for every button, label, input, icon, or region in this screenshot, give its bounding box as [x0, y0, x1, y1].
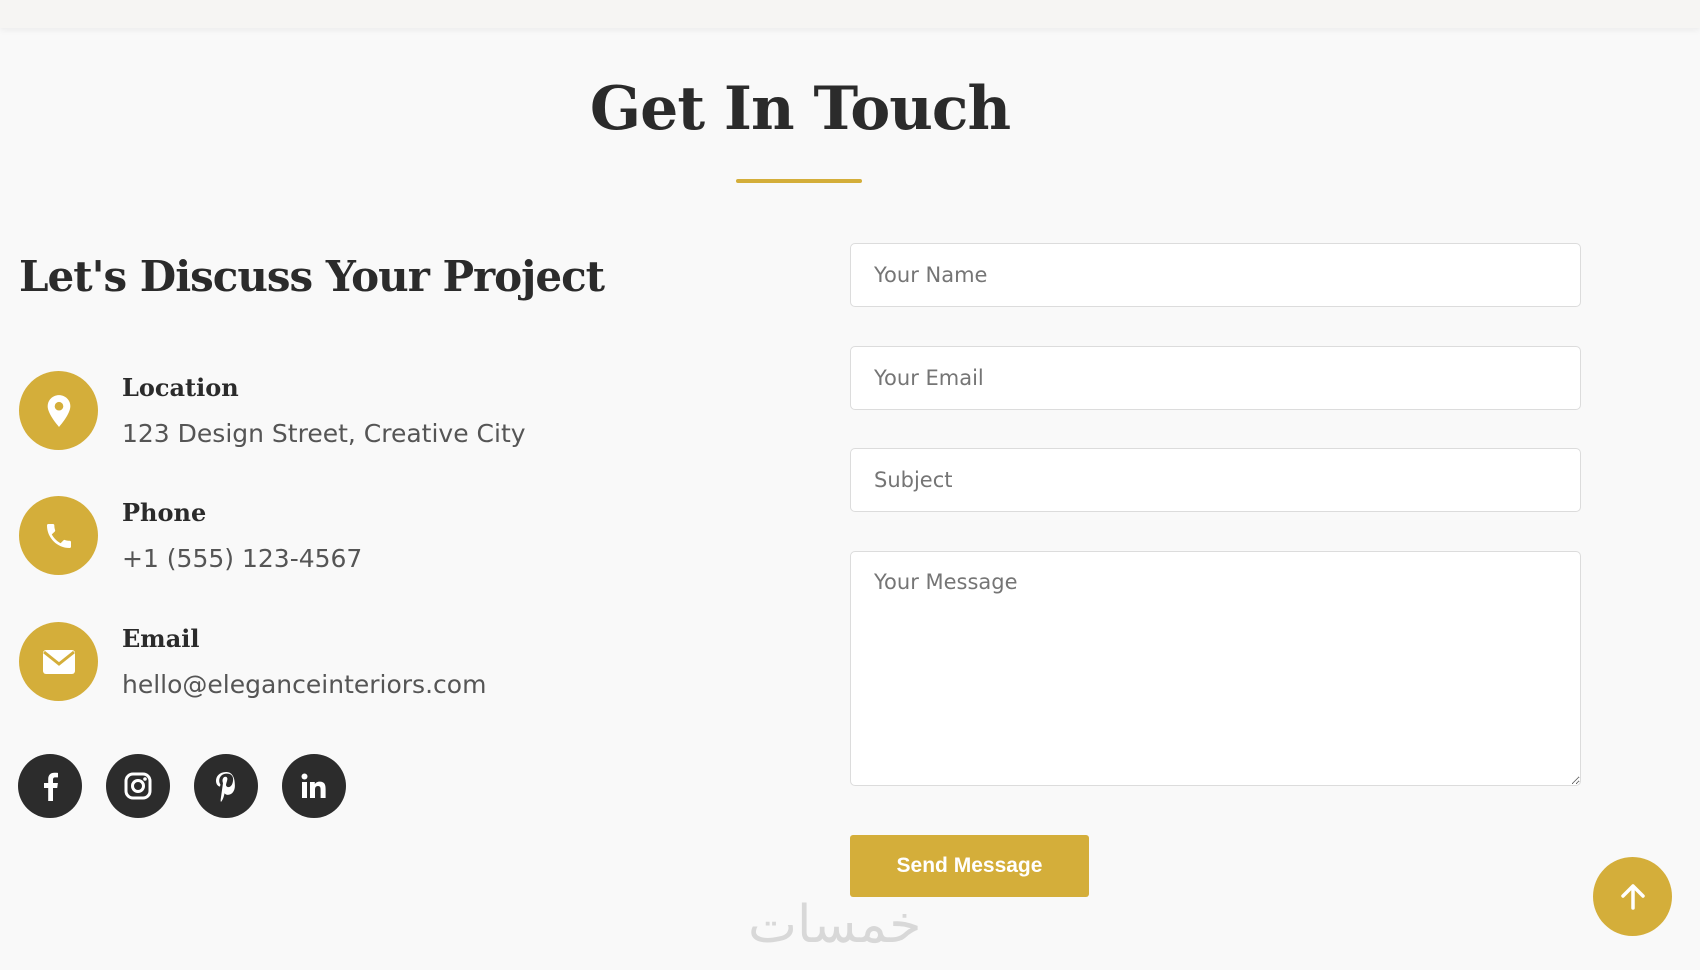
back-to-top-button[interactable]	[1593, 857, 1672, 936]
arrow-up-icon	[1620, 883, 1645, 910]
send-message-button[interactable]: Send Message	[850, 835, 1089, 897]
contact-item-phone: Phone +1 (555) 123-4567	[19, 496, 579, 586]
phone-label: Phone	[122, 498, 207, 527]
pinterest-link[interactable]	[194, 754, 258, 818]
section-title: Get In Touch	[589, 74, 1011, 144]
facebook-link[interactable]	[18, 754, 82, 818]
contact-heading: Let's Discuss Your Project	[19, 252, 605, 301]
title-underline	[736, 179, 862, 183]
header-bar	[0, 0, 1700, 28]
facebook-icon	[44, 772, 58, 801]
subject-input[interactable]	[850, 448, 1581, 512]
message-textarea[interactable]	[850, 551, 1581, 786]
phone-icon	[19, 496, 98, 575]
email-label: Email	[122, 624, 200, 653]
contact-item-email: Email hello@eleganceinteriors.com	[19, 622, 579, 712]
envelope-icon	[19, 622, 98, 701]
email-value: hello@eleganceinteriors.com	[122, 670, 487, 699]
watermark-logo: خمسات	[748, 895, 922, 955]
location-label: Location	[122, 373, 239, 402]
name-input[interactable]	[850, 243, 1581, 307]
linkedin-icon	[301, 773, 326, 798]
email-input[interactable]	[850, 346, 1581, 410]
location-value: 123 Design Street, Creative City	[122, 419, 526, 448]
instagram-icon	[124, 772, 152, 800]
instagram-link[interactable]	[106, 754, 170, 818]
contact-item-location: Location 123 Design Street, Creative Cit…	[19, 371, 579, 461]
location-pin-icon	[19, 371, 98, 450]
linkedin-link[interactable]	[282, 754, 346, 818]
phone-value: +1 (555) 123-4567	[122, 544, 363, 573]
social-links	[18, 754, 346, 818]
pinterest-icon	[216, 772, 235, 802]
